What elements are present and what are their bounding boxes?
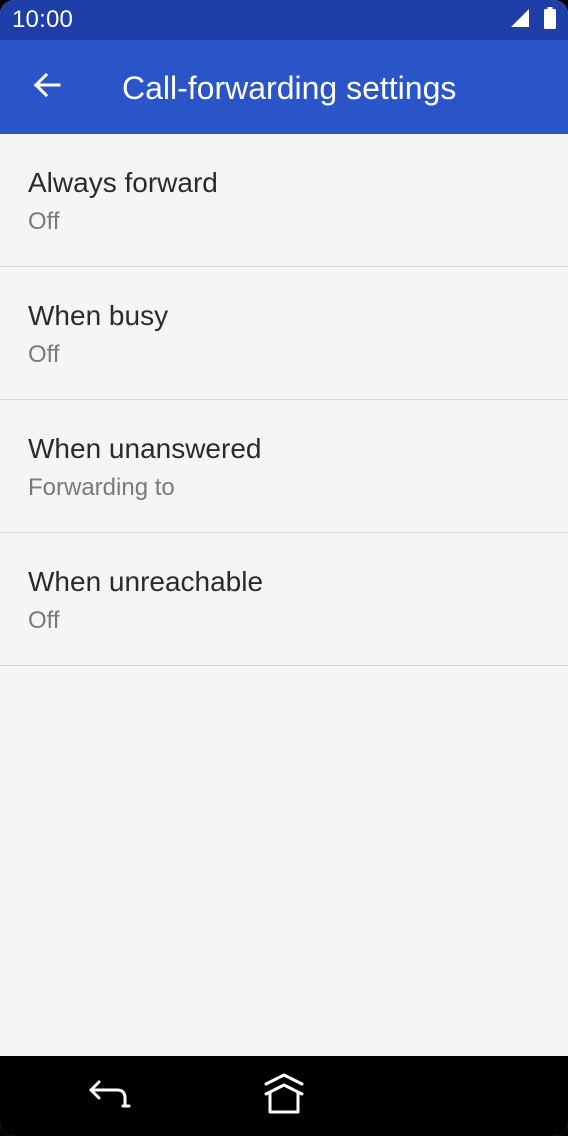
option-title: Always forward — [28, 167, 218, 198]
status-bar: 10:00 — [0, 0, 568, 40]
phone-screen: 10:00 Call-forwarding settings Always fo… — [0, 0, 568, 1136]
back-button[interactable] — [22, 62, 72, 112]
option-summary: Off — [28, 607, 60, 634]
option-when-unanswered[interactable]: When unanswered Forwarding to — [0, 400, 568, 533]
option-when-busy[interactable]: When busy Off — [0, 267, 568, 400]
option-summary: Off — [28, 341, 60, 368]
option-title: When busy — [28, 300, 169, 331]
navigation-bar — [0, 1056, 568, 1136]
home-icon — [260, 1072, 308, 1121]
option-always-forward[interactable]: Always forward Off — [0, 134, 568, 267]
nav-home-button[interactable] — [258, 1070, 310, 1122]
nav-back-button[interactable] — [84, 1074, 134, 1118]
app-bar: Call-forwarding settings — [0, 40, 568, 134]
arrow-back-icon — [32, 70, 62, 105]
option-summary: Off — [28, 208, 60, 235]
forwarding-options-list: Always forward Off When busy Off When un… — [0, 134, 568, 666]
back-gesture-icon — [87, 1078, 131, 1115]
status-icons — [510, 6, 556, 33]
option-title: When unanswered — [28, 433, 262, 464]
option-summary: Forwarding to — [28, 474, 175, 501]
status-time: 10:00 — [12, 6, 74, 33]
page-title: Call-forwarding settings — [122, 70, 457, 106]
option-title: When unreachable — [28, 566, 264, 597]
battery-icon — [544, 6, 556, 34]
cellular-signal-icon — [510, 8, 530, 33]
option-when-unreachable[interactable]: When unreachable Off — [0, 533, 568, 666]
